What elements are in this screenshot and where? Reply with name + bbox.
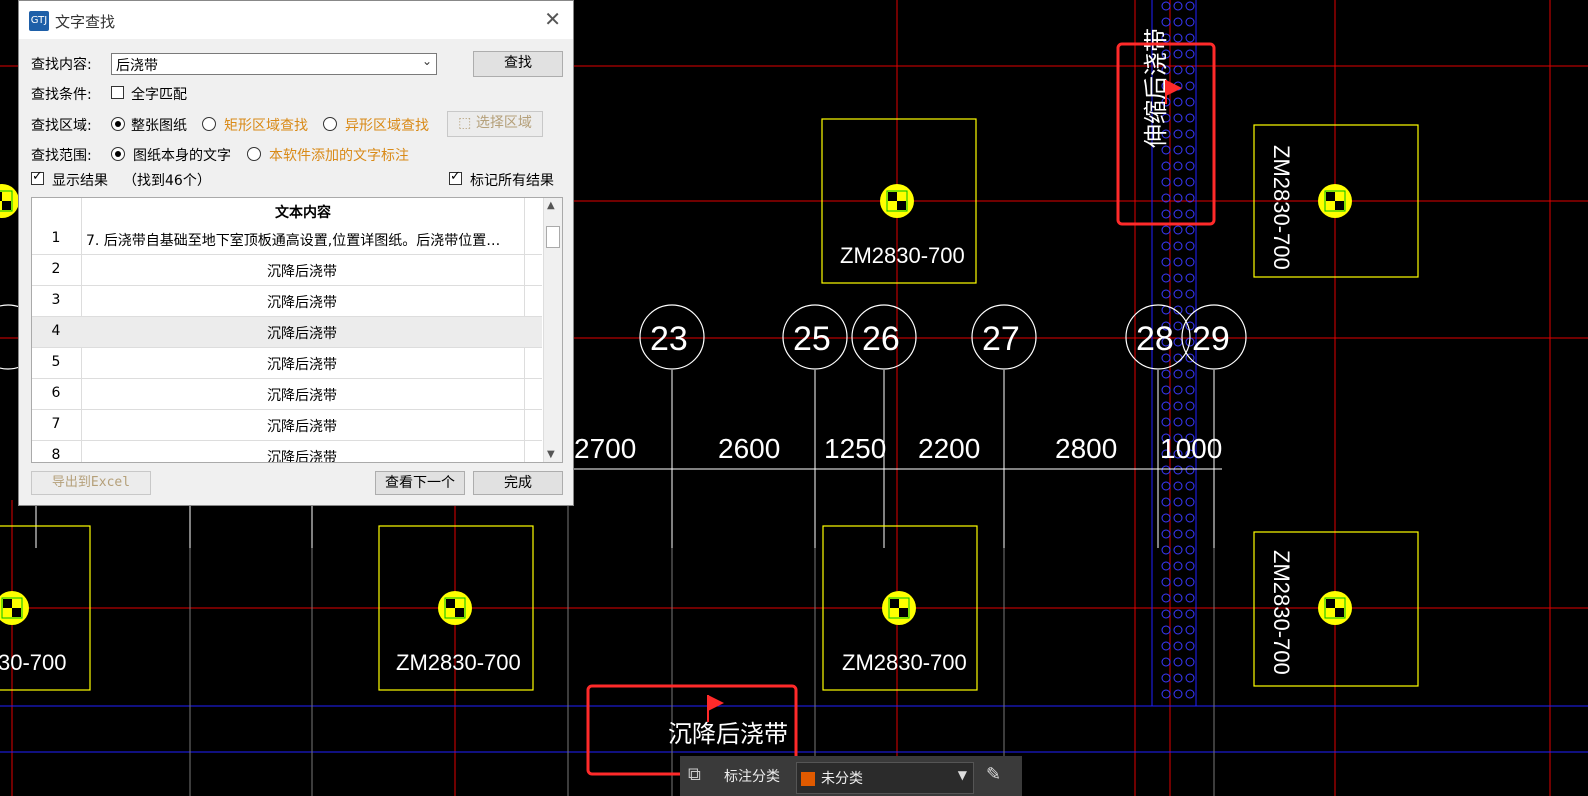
region-radio-rect[interactable]	[202, 117, 216, 131]
annotation-category-label: 标注分类	[724, 769, 780, 785]
table-row[interactable]: 5 沉降后浇带	[32, 348, 542, 379]
region-label: 查找区域:	[31, 118, 92, 134]
row-text: 沉降后浇带	[267, 450, 337, 463]
dim-1250: 1250	[824, 433, 886, 464]
row-number: 7	[51, 416, 61, 432]
table-row[interactable]: 2 沉降后浇带	[32, 255, 542, 286]
export-excel-button[interactable]: 导出到Excel	[31, 471, 151, 495]
mark-all-label: 标记所有结果	[470, 173, 554, 189]
table-row-selected[interactable]: 4 沉降后浇带	[32, 317, 542, 348]
dim-2200: 2200	[918, 433, 980, 464]
show-results-checkbox[interactable]	[31, 169, 44, 185]
column-tag-5: 30-700	[0, 650, 67, 675]
category-value: 未分类	[821, 771, 863, 787]
axis-label-26: 26	[862, 320, 900, 358]
region-radio-whole[interactable]	[111, 117, 125, 131]
row-number: 8	[51, 447, 61, 463]
column-tag-3: ZM2830-700	[842, 650, 967, 675]
axis-label-23: 23	[650, 320, 688, 358]
category-icon[interactable]: ⧉	[688, 764, 710, 786]
app-icon: GTJ	[29, 11, 49, 31]
select-region-icon: ⬚	[458, 115, 476, 131]
scroll-up-icon[interactable]: ▲	[547, 200, 555, 211]
column-marker	[882, 591, 916, 625]
dim-2700: 2700	[574, 433, 636, 464]
whole-word-label: 全字匹配	[131, 87, 187, 103]
mark-all-checkbox[interactable]	[449, 169, 462, 185]
dialog-titlebar[interactable]: GTJ 文字查找 ✕	[19, 1, 573, 39]
band-text-bottom: 沉降后浇带	[668, 721, 788, 748]
column-tag-6: ZM2830-700	[1269, 550, 1294, 675]
close-icon[interactable]: ✕	[544, 7, 561, 31]
column-tag-4: ZM2830-700	[1269, 145, 1294, 270]
scope-radio-drawing[interactable]	[111, 147, 125, 161]
row-text: 沉降后浇带	[267, 388, 337, 404]
results-table[interactable]: 文本内容 1 7. 后浇带自基础至地下室顶板通高设置,位置详图纸。后浇带位置… …	[31, 197, 563, 463]
annotation-toolbar: ⧉ 标注分类 未分类 ▼ ✎	[680, 756, 1022, 796]
category-select[interactable]: 未分类 ▼	[796, 762, 974, 794]
table-row[interactable]: 6 沉降后浇带	[32, 379, 542, 410]
condition-label: 查找条件:	[31, 87, 92, 103]
search-content-value[interactable]: 后浇带	[116, 55, 158, 75]
vertical-scrollbar[interactable]: ▲ ▼	[543, 198, 562, 462]
region-radio-irregular[interactable]	[323, 117, 337, 131]
search-content-combo[interactable]: 后浇带 ⌄	[111, 53, 437, 75]
table-row[interactable]: 3 沉降后浇带	[32, 286, 542, 317]
axis-label-29: 29	[1192, 320, 1230, 358]
scope-option-drawing: 图纸本身的文字	[133, 148, 231, 164]
row-number: 6	[51, 385, 61, 401]
dialog-title: 文字查找	[55, 13, 116, 31]
row-text: 沉降后浇带	[267, 357, 337, 373]
chevron-down-icon[interactable]: ▼	[958, 768, 967, 782]
scroll-thumb[interactable]	[546, 226, 560, 248]
dim-1000: 1000	[1160, 433, 1222, 464]
found-count: （找到46个）	[123, 173, 211, 189]
color-swatch	[801, 772, 815, 786]
next-result-button[interactable]: 查看下一个	[375, 471, 465, 495]
edit-icon[interactable]: ✎	[986, 764, 1012, 788]
table-header-text: 文本内容	[275, 205, 331, 221]
region-option-irregular: 异形区域查找	[345, 118, 429, 134]
whole-word-checkbox[interactable]	[111, 86, 124, 99]
column-marker	[1318, 591, 1352, 625]
scope-label: 查找范围:	[31, 148, 92, 164]
find-button[interactable]: 查找	[473, 51, 563, 77]
row-text: 7. 后浇带自基础至地下室顶板通高设置,位置详图纸。后浇带位置…	[86, 233, 501, 249]
row-number: 5	[51, 354, 61, 370]
column-tag-2: ZM2830-700	[396, 650, 521, 675]
select-region-button[interactable]: ⬚ 选择区域	[447, 111, 543, 137]
row-text: 沉降后浇带	[267, 264, 337, 280]
table-row[interactable]: 1 7. 后浇带自基础至地下室顶板通高设置,位置详图纸。后浇带位置…	[32, 224, 542, 255]
scroll-down-icon[interactable]: ▼	[547, 449, 555, 460]
dim-2800: 2800	[1055, 433, 1117, 464]
table-header: 文本内容	[32, 198, 542, 224]
column-tag-1: ZM2830-700	[840, 243, 965, 268]
column-marker	[438, 591, 472, 625]
table-row[interactable]: 7 沉降后浇带	[32, 410, 542, 441]
row-number: 2	[51, 261, 61, 277]
column-marker	[880, 184, 914, 218]
region-option-whole: 整张图纸	[131, 118, 187, 134]
text-search-dialog: GTJ 文字查找 ✕ 查找内容: 后浇带 ⌄ 查找 查找条件: 全字匹配 查找区…	[18, 0, 574, 506]
row-text: 沉降后浇带	[267, 419, 337, 435]
select-region-label: 选择区域	[475, 115, 532, 131]
scope-option-added: 本软件添加的文字标注	[269, 148, 409, 164]
show-results-label: 显示结果	[52, 173, 108, 189]
row-number: 4	[51, 323, 61, 339]
row-text: 沉降后浇带	[267, 295, 337, 311]
axis-label-28: 28	[1136, 320, 1174, 358]
search-content-label: 查找内容:	[31, 57, 92, 73]
scope-radio-added[interactable]	[247, 147, 261, 161]
row-text: 沉降后浇带	[267, 326, 337, 342]
row-number: 1	[51, 230, 61, 246]
dim-2600: 2600	[718, 433, 780, 464]
region-option-rect: 矩形区域查找	[224, 118, 308, 134]
chevron-down-icon[interactable]: ⌄	[422, 54, 432, 68]
done-button[interactable]: 完成	[473, 471, 563, 495]
column-marker	[1318, 184, 1352, 218]
row-number: 3	[51, 292, 61, 308]
table-row[interactable]: 8 沉降后浇带	[32, 441, 542, 463]
axis-label-27: 27	[982, 320, 1020, 358]
axis-label-25: 25	[793, 320, 831, 358]
